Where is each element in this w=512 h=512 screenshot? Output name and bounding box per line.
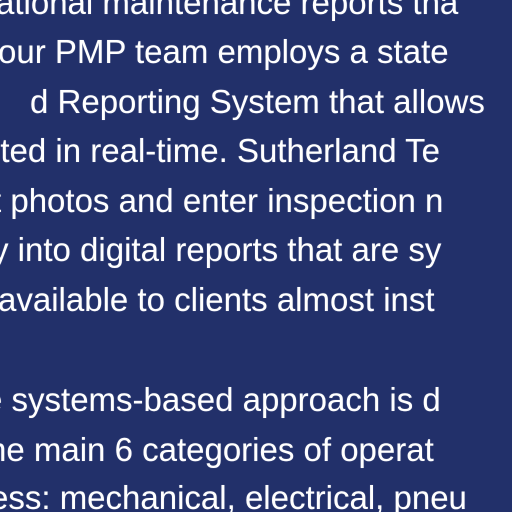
paragraph-2-line-3: ess: mechanical, electrical, pneu	[0, 479, 467, 512]
paragraph-1-line-6: y into digital reports that are sy	[0, 231, 442, 268]
paragraph-1-line-1: ational maintenance reports tha	[0, 0, 459, 21]
paragraph-1-line-4: eted in real-time. Sutherland Te	[0, 132, 440, 169]
paragraph-1-line-5: t photos and enter inspection n	[0, 182, 444, 219]
paragraph-2-line-1: e systems-based approach is d	[0, 381, 441, 418]
paragraph-1-line-3: d Reporting System that allows	[30, 83, 485, 120]
text-document-view: ational maintenance reports tha our PMP …	[0, 0, 512, 512]
paragraph-2-line-2: he main 6 categories of operat	[0, 431, 434, 468]
paragraph-1-line-7: available to clients almost inst	[0, 281, 435, 318]
paragraph-1-line-2: our PMP team employs a state	[0, 33, 449, 70]
